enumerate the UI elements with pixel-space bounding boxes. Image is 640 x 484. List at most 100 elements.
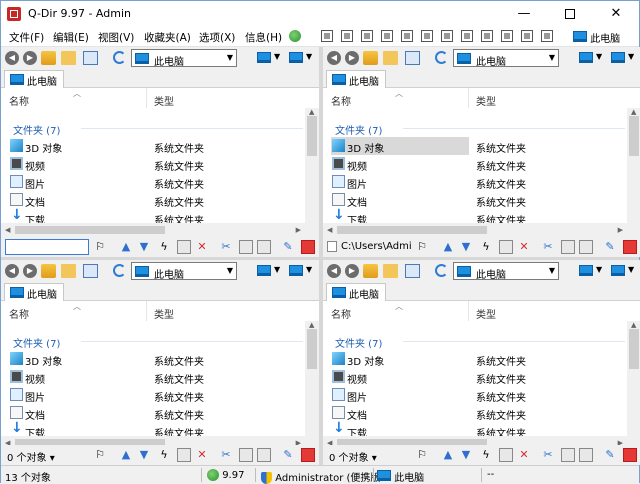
pane-splitter-vertical[interactable] [319, 47, 323, 465]
layout-icon[interactable] [441, 30, 453, 42]
mail-icon[interactable] [177, 240, 191, 254]
folder-icon[interactable] [383, 51, 398, 65]
filter-input[interactable] [5, 239, 89, 255]
chevron-down-icon[interactable]: ▼ [549, 266, 555, 275]
lightning-icon[interactable]: ϟ [479, 240, 493, 254]
cut-icon[interactable]: ✂ [541, 448, 555, 462]
maximize-button[interactable] [547, 1, 593, 27]
chevron-down-icon[interactable]: ▼ [227, 53, 233, 62]
layout-icon[interactable] [481, 30, 493, 42]
path-display[interactable]: C:\Users\Admi [327, 239, 415, 255]
view-mode-icon[interactable] [83, 51, 98, 65]
filter-icon[interactable]: ⚐ [93, 240, 107, 254]
copy-icon[interactable] [561, 448, 575, 462]
horizontal-scrollbar[interactable]: ◀ ▶ [1, 223, 319, 237]
layout-icon[interactable] [361, 30, 373, 42]
tab-this-pc[interactable]: 此电脑 [4, 283, 64, 301]
scroll-thumb[interactable] [337, 226, 487, 234]
desktop-button[interactable]: ▼ [577, 263, 605, 279]
list-item[interactable]: 3D 对象 系统文件夹 [323, 350, 640, 368]
layout-icon[interactable] [401, 30, 413, 42]
scroll-thumb[interactable] [307, 116, 317, 156]
horizontal-scrollbar[interactable]: ◀ ▶ [323, 223, 640, 237]
folder-icon[interactable] [61, 51, 76, 65]
paste-icon[interactable] [579, 448, 593, 462]
version-info[interactable]: 9.97 [207, 469, 244, 481]
list-item[interactable]: 文档 系统文件夹 [323, 404, 640, 422]
mail-icon[interactable] [177, 448, 191, 462]
back-icon[interactable]: ◀ [327, 264, 341, 278]
tab-this-pc[interactable]: 此电脑 [326, 70, 386, 88]
column-name[interactable]: 名称 [331, 306, 351, 321]
scroll-thumb[interactable] [307, 329, 317, 369]
forward-icon[interactable]: ▶ [23, 264, 37, 278]
menu-favorites[interactable]: 收藏夹(A) [144, 30, 191, 45]
up-folder-icon[interactable] [41, 51, 56, 65]
desktop-button[interactable]: ▼ [577, 50, 605, 66]
layout-icon[interactable] [421, 30, 433, 42]
scroll-thumb[interactable] [629, 116, 639, 156]
rename-icon[interactable]: ✎ [603, 240, 617, 254]
back-icon[interactable]: ◀ [5, 51, 19, 65]
down-arrow-icon[interactable]: ▼ [137, 240, 151, 254]
view-mode-icon[interactable] [405, 51, 420, 65]
layout-icon[interactable] [501, 30, 513, 42]
lightning-icon[interactable]: ϟ [157, 240, 171, 254]
filter-icon[interactable]: ⚐ [415, 448, 429, 462]
menu-edit[interactable]: 编辑(E) [53, 30, 89, 45]
filter-icon[interactable]: ⚐ [93, 448, 107, 462]
list-item[interactable]: 视频 系统文件夹 [1, 368, 319, 386]
filter-icon[interactable]: ⚐ [415, 240, 429, 254]
address-bar[interactable]: 此电脑 ▼ [453, 262, 559, 281]
desktop-button[interactable]: ▼ [287, 263, 315, 279]
up-arrow-icon[interactable]: ▲ [441, 240, 455, 254]
layout-icon[interactable] [461, 30, 473, 42]
menu-this-pc[interactable]: 此电脑 [573, 30, 620, 45]
list-item[interactable]: 视频 系统文件夹 [323, 368, 640, 386]
desktop-button[interactable]: ▼ [609, 50, 637, 66]
paste-icon[interactable] [257, 448, 271, 462]
close-window-button[interactable]: ✕ [593, 1, 639, 27]
group-header[interactable]: 文件夹 (7) [13, 122, 60, 137]
layout-icon[interactable] [341, 30, 353, 42]
rename-icon[interactable]: ✎ [603, 448, 617, 462]
column-type[interactable]: 类型 [476, 93, 496, 108]
desktop-button[interactable]: ▼ [287, 50, 315, 66]
paste-icon[interactable] [257, 240, 271, 254]
mail-icon[interactable] [499, 240, 513, 254]
up-folder-icon[interactable] [363, 51, 378, 65]
delete-icon[interactable]: ✕ [195, 448, 209, 462]
lightning-icon[interactable]: ϟ [479, 448, 493, 462]
chevron-down-icon[interactable]: ▼ [227, 266, 233, 275]
cut-icon[interactable]: ✂ [219, 448, 233, 462]
paste-icon[interactable] [579, 240, 593, 254]
list-item[interactable]: 图片 系统文件夹 [1, 386, 319, 404]
layout-icon[interactable] [521, 30, 533, 42]
group-header[interactable]: 文件夹 (7) [335, 122, 382, 137]
column-type[interactable]: 类型 [154, 93, 174, 108]
address-bar[interactable]: 此电脑 ▼ [131, 262, 237, 281]
column-type[interactable]: 类型 [154, 306, 174, 321]
chevron-down-icon[interactable]: ▼ [549, 53, 555, 62]
view-mode-icon[interactable] [405, 264, 420, 278]
down-arrow-icon[interactable]: ▼ [137, 448, 151, 462]
folder-icon[interactable] [383, 264, 398, 278]
list-item[interactable]: 图片 系统文件夹 [323, 386, 640, 404]
minimize-button[interactable]: — [501, 1, 547, 27]
delete-icon[interactable]: ✕ [517, 240, 531, 254]
list-item[interactable]: 文档 系统文件夹 [323, 191, 640, 209]
tab-this-pc[interactable]: 此电脑 [4, 70, 64, 88]
list-item[interactable]: 图片 系统文件夹 [323, 173, 640, 191]
refresh-icon[interactable] [435, 51, 448, 64]
copy-icon[interactable] [239, 240, 253, 254]
folder-icon[interactable] [61, 264, 76, 278]
desktop-button[interactable]: ▼ [255, 263, 283, 279]
scroll-thumb[interactable] [15, 226, 165, 234]
desktop-button[interactable]: ▼ [609, 263, 637, 279]
up-folder-icon[interactable] [363, 264, 378, 278]
copy-icon[interactable] [561, 240, 575, 254]
list-item[interactable]: 视频 系统文件夹 [323, 155, 640, 173]
forward-icon[interactable]: ▶ [345, 51, 359, 65]
menu-globe-icon[interactable] [289, 30, 301, 42]
close-pane-icon[interactable] [623, 240, 637, 254]
